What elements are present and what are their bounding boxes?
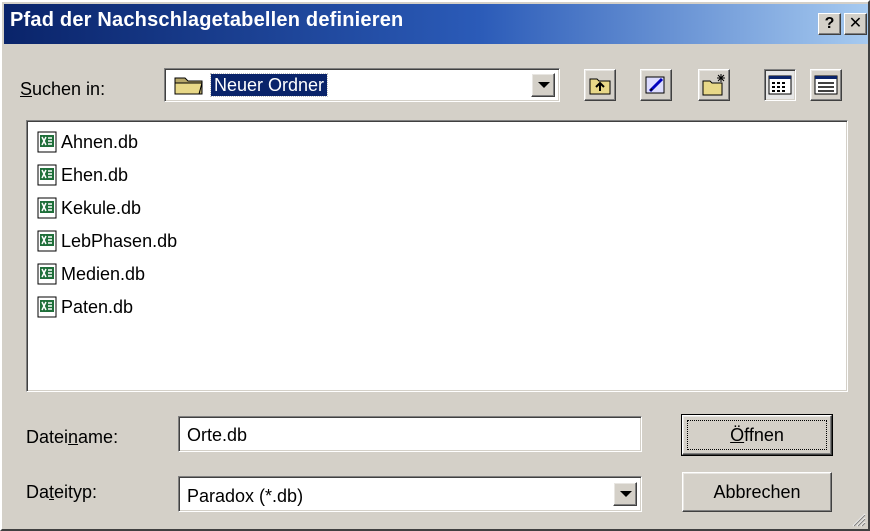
file-list[interactable]: Ahnen.db Ehen.db Kekule.db LebPhasen.db Medi…: [26, 120, 848, 392]
file-list-item[interactable]: Kekule.db: [37, 195, 141, 221]
filename-label: Dateiname:: [26, 427, 119, 447]
file-list-item[interactable]: Paten.db: [37, 294, 133, 320]
file-name: Paten.db: [61, 296, 134, 317]
new-folder-icon: [702, 74, 725, 96]
filetype-dropdown-button[interactable]: [613, 482, 637, 506]
file-list-item[interactable]: Ahnen.db: [37, 129, 138, 155]
desktop-button[interactable]: [640, 69, 672, 101]
lookin-label: Suchen in:: [20, 79, 106, 99]
title-bar[interactable]: Pfad der Nachschlagetabellen definieren …: [4, 4, 868, 44]
filename-value: Orte.db: [187, 425, 248, 445]
file-open-dialog: Pfad der Nachschlagetabellen definieren …: [0, 0, 870, 531]
list-view-icon: [768, 75, 792, 95]
open-button[interactable]: Öffnen: [681, 414, 833, 456]
database-file-icon: [37, 230, 57, 252]
lookin-dropdown-button[interactable]: [531, 73, 555, 97]
folder-icon: [174, 77, 203, 95]
file-list-item[interactable]: LebPhasen.db: [37, 228, 177, 254]
chevron-down-icon: [620, 491, 632, 497]
open-button-label: Öffnen: [687, 420, 827, 450]
filetype-value: Paradox (*.db): [187, 486, 304, 506]
file-name: Ahnen.db: [61, 131, 139, 152]
close-icon: ✕: [848, 15, 863, 32]
database-file-icon: [37, 263, 57, 285]
lookin-value: Neuer Ordner: [209, 73, 329, 97]
database-file-icon: [37, 131, 57, 153]
filetype-label: Dateityp:: [26, 482, 98, 502]
cancel-button[interactable]: Abbrechen: [682, 472, 832, 512]
resize-grip-icon[interactable]: [850, 511, 866, 527]
database-file-icon: [37, 164, 57, 186]
details-view-button[interactable]: [810, 69, 842, 101]
file-name: Kekule.db: [61, 197, 142, 218]
database-file-icon: [37, 197, 57, 219]
window-title: Pfad der Nachschlagetabellen definieren: [10, 9, 404, 31]
desktop-icon: [645, 76, 665, 94]
filetype-dropdown[interactable]: Paradox (*.db): [178, 476, 642, 512]
help-button[interactable]: ?: [818, 13, 841, 35]
database-file-icon: [37, 296, 57, 318]
create-new-folder-button[interactable]: [698, 69, 730, 101]
file-list-item[interactable]: Ehen.db: [37, 162, 128, 188]
file-name: LebPhasen.db: [61, 230, 178, 251]
close-button[interactable]: ✕: [844, 13, 867, 35]
list-view-button[interactable]: [764, 69, 796, 101]
details-view-icon: [814, 75, 838, 95]
up-one-level-button[interactable]: [584, 69, 616, 101]
file-list-item[interactable]: Medien.db: [37, 261, 145, 287]
file-name: Medien.db: [61, 263, 146, 284]
chevron-down-icon: [538, 82, 550, 88]
filename-input[interactable]: Orte.db: [178, 416, 642, 452]
lookin-dropdown[interactable]: Neuer Ordner: [164, 68, 560, 102]
file-name: Ehen.db: [61, 164, 129, 185]
up-folder-icon: [589, 78, 611, 95]
